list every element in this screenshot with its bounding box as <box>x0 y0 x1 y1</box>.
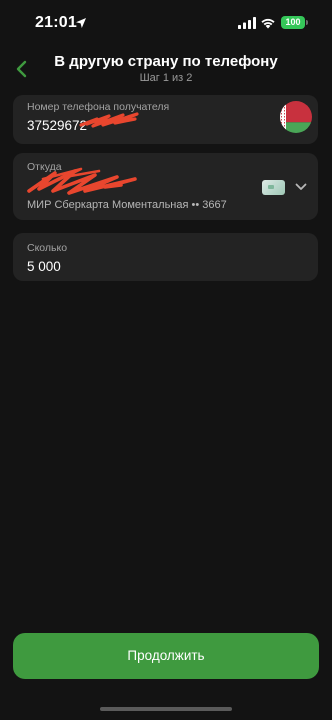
phone-field-label: Номер телефона получателя <box>27 101 170 113</box>
from-field-label: Откуда <box>27 161 62 173</box>
amount-field-value[interactable]: 5 000 <box>27 259 61 274</box>
back-button[interactable] <box>8 54 34 84</box>
chevron-down-icon[interactable] <box>295 183 307 191</box>
header: В другую страну по телефону Шаг 1 из 2 <box>0 48 332 90</box>
card-chip <box>268 185 274 189</box>
cellular-signal-icon <box>238 17 256 29</box>
amount-field[interactable]: Сколько 5 000 <box>13 233 318 281</box>
chevron-left-icon <box>16 60 26 78</box>
status-bar: 21:01 100 <box>0 0 332 48</box>
battery-indicator: 100 <box>281 16 305 29</box>
page-title: В другую страну по телефону <box>54 53 278 70</box>
belarus-flag-icon[interactable] <box>280 101 312 133</box>
app-screen: 21:01 100 В другую страну по телефону Ша… <box>0 0 332 720</box>
step-indicator: Шаг 1 из 2 <box>139 72 193 84</box>
battery-tip <box>306 20 308 25</box>
wifi-icon <box>261 18 275 29</box>
location-arrow-icon <box>76 18 86 28</box>
bank-card-icon <box>262 180 285 195</box>
amount-field-label: Сколько <box>27 242 68 254</box>
status-time: 21:01 <box>35 14 77 31</box>
phone-field-value[interactable]: 37529672 <box>27 118 87 133</box>
source-account-field[interactable]: Откуда МИР Сберкарта Моментальная •• 366… <box>13 153 318 220</box>
source-card-description: МИР Сберкарта Моментальная •• 3667 <box>27 199 227 211</box>
home-indicator <box>100 707 232 711</box>
continue-button[interactable]: Продолжить <box>13 633 319 679</box>
recipient-phone-field[interactable]: Номер телефона получателя 37529672 <box>13 95 318 144</box>
